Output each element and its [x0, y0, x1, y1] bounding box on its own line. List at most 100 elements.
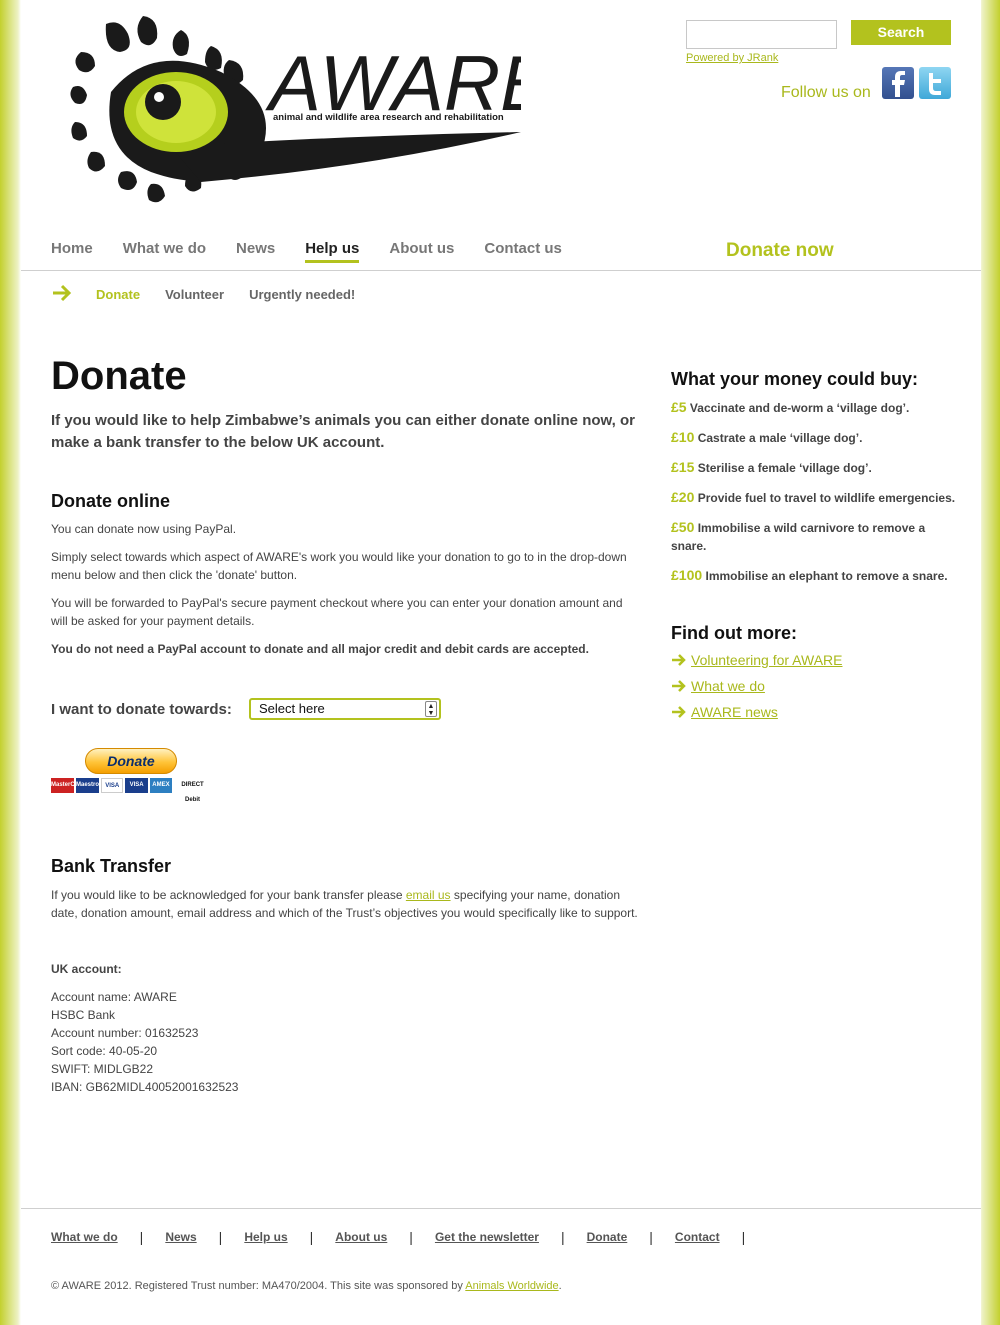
- footer-separator: |: [409, 1229, 413, 1245]
- buy-item: £5 Vaccinate and de-worm a ‘village dog’…: [671, 398, 961, 417]
- footer-link-newsletter[interactable]: Get the newsletter: [435, 1230, 539, 1244]
- sponsor-link[interactable]: Animals Worldwide: [465, 1280, 558, 1292]
- select-value: Select here: [259, 701, 325, 716]
- amex-icon: AMEX: [149, 778, 173, 793]
- footer-link-contact[interactable]: Contact: [675, 1230, 720, 1244]
- buy-text: Provide fuel to travel to wildlife emerg…: [697, 491, 956, 505]
- visa-icon: VISA: [101, 778, 124, 793]
- footer-link-news[interactable]: News: [165, 1230, 196, 1244]
- arrow-right-icon: [53, 284, 72, 302]
- buy-text: Immobilise a wild carnivore to remove a …: [671, 521, 926, 553]
- nav-what-we-do[interactable]: What we do: [123, 240, 206, 263]
- footer-separator: |: [218, 1229, 223, 1245]
- twitter-icon[interactable]: [919, 67, 951, 99]
- footer-link-help-us[interactable]: Help us: [244, 1230, 287, 1244]
- logo-tagline: animal and wildlife area research and re…: [273, 112, 504, 123]
- footer-separator: |: [309, 1229, 314, 1245]
- footer-separator: |: [560, 1229, 565, 1245]
- nav-news[interactable]: News: [236, 240, 275, 263]
- find-item-volunteering[interactable]: Volunteering for AWARE: [671, 652, 961, 668]
- buy-text: Vaccinate and de-worm a ‘village dog’.: [689, 401, 910, 415]
- copyright-after: .: [558, 1280, 562, 1292]
- donate-now-link[interactable]: Donate now: [726, 240, 834, 262]
- find-item-aware-news[interactable]: AWARE news: [671, 704, 961, 720]
- footer-link-donate[interactable]: Donate: [587, 1230, 628, 1244]
- select-arrows-icon: ▲ ▼: [425, 701, 437, 717]
- money-could-buy-heading: What your money could buy:: [671, 369, 919, 389]
- buy-amount: £100: [671, 567, 703, 583]
- nav-contact-us[interactable]: Contact us: [484, 240, 562, 263]
- paragraph: You can donate now using PayPal.: [51, 522, 237, 536]
- buy-item: £50 Immobilise a wild carnivore to remov…: [671, 518, 961, 555]
- follow-us-label: Follow us on: [781, 84, 871, 101]
- paypal-block: Donate MasterCard Maestro VISA VISA AMEX…: [51, 748, 213, 803]
- buy-text: Sterilise a female ‘village dog’.: [697, 461, 872, 475]
- donate-towards-row: I want to donate towards: Select here ▲ ▼: [51, 698, 641, 720]
- arrow-right-icon: [672, 654, 686, 666]
- account-line: Account number: 01632523: [51, 1026, 199, 1040]
- bank-transfer-heading: Bank Transfer: [51, 856, 172, 876]
- buy-item: £100 Immobilise an elephant to remove a …: [671, 566, 961, 585]
- bank-transfer-text: If you would like to be acknowledged for…: [51, 886, 641, 922]
- footer-separator: |: [139, 1229, 144, 1245]
- buy-item: £20 Provide fuel to travel to wildlife e…: [671, 488, 961, 507]
- footer-separator: |: [649, 1229, 653, 1245]
- search-input[interactable]: [686, 20, 837, 49]
- sidebar: What your money could buy: £5 Vaccinate …: [671, 369, 961, 720]
- footer-separator: |: [741, 1229, 746, 1245]
- maestro-icon: Maestro: [76, 778, 99, 793]
- powered-by-link[interactable]: Powered by JRank: [686, 52, 778, 64]
- donate-towards-select[interactable]: Select here ▲ ▼: [249, 698, 441, 720]
- paypal-donate-button[interactable]: Donate: [85, 748, 177, 774]
- find-out-more-heading: Find out more:: [671, 623, 797, 643]
- facebook-icon[interactable]: [882, 67, 914, 99]
- buy-text: Immobilise an elephant to remove a snare…: [705, 569, 948, 583]
- email-us-link[interactable]: email us: [406, 888, 451, 902]
- buy-amount: £20: [671, 489, 695, 505]
- buy-item: £15 Sterilise a female ‘village dog’.: [671, 458, 961, 477]
- nav-help-us[interactable]: Help us: [305, 240, 360, 263]
- paragraph: You do not need a PayPal account to dona…: [51, 642, 589, 656]
- copyright-text: © AWARE 2012. Registered Trust number: M…: [51, 1280, 562, 1292]
- find-item-what-we-do[interactable]: What we do: [671, 678, 961, 694]
- visa-debit-icon: VISA: [125, 778, 148, 793]
- buy-amount: £5: [671, 399, 687, 415]
- page-title: Donate: [51, 354, 187, 398]
- account-line: SWIFT: MIDLGB22: [51, 1062, 154, 1076]
- subnav-volunteer[interactable]: Volunteer: [165, 287, 224, 302]
- donate-towards-label: I want to donate towards:: [51, 700, 232, 718]
- find-item-label[interactable]: What we do: [691, 678, 765, 694]
- footer-divider: [21, 1208, 981, 1209]
- arrow-right-icon: [672, 706, 686, 718]
- nav-home[interactable]: Home: [51, 240, 93, 263]
- card-logos: MasterCard Maestro VISA VISA AMEX DIRECT…: [51, 778, 213, 803]
- intro-text: If you would like to help Zimbabwe’s ani…: [51, 412, 635, 451]
- paragraph: You will be forwarded to PayPal's secure…: [51, 596, 623, 628]
- find-item-label[interactable]: Volunteering for AWARE: [691, 652, 842, 668]
- account-line: HSBC Bank: [51, 1008, 116, 1022]
- footer-nav: What we do | News | Help us | About us |…: [51, 1229, 767, 1245]
- footer-link-about-us[interactable]: About us: [335, 1230, 387, 1244]
- uk-account-heading: UK account:: [51, 962, 122, 976]
- footer-link-what-we-do[interactable]: What we do: [51, 1230, 118, 1244]
- account-line: Sort code: 40-05-20: [51, 1044, 158, 1058]
- find-item-label[interactable]: AWARE news: [691, 704, 778, 720]
- main-nav: Home What we do News Help us About us Co…: [51, 240, 592, 263]
- mastercard-icon: MasterCard: [51, 778, 84, 793]
- bank-text-before: If you would like to be acknowledged for…: [51, 888, 406, 902]
- search-button[interactable]: Search: [851, 20, 951, 45]
- donate-online-heading: Donate online: [51, 491, 171, 511]
- direct-debit-icon: DIRECT Debit: [174, 778, 212, 803]
- paragraph: Simply select towards which aspect of AW…: [51, 550, 627, 582]
- subnav-donate[interactable]: Donate: [96, 287, 140, 302]
- buy-amount: £10: [671, 429, 695, 445]
- buy-amount: £15: [671, 459, 695, 475]
- buy-text: Castrate a male ‘village dog’.: [697, 431, 863, 445]
- nav-about-us[interactable]: About us: [389, 240, 454, 263]
- aware-logo[interactable]: AWARE animal and wildlife area research …: [51, 12, 521, 208]
- sub-nav: Donate Volunteer Urgently needed!: [96, 287, 380, 302]
- nav-divider: [21, 270, 981, 271]
- subnav-urgently-needed[interactable]: Urgently needed!: [249, 287, 355, 302]
- buy-item: £10 Castrate a male ‘village dog’.: [671, 428, 961, 447]
- main-content: Donate If you would like to help Zimbabw…: [51, 352, 641, 1096]
